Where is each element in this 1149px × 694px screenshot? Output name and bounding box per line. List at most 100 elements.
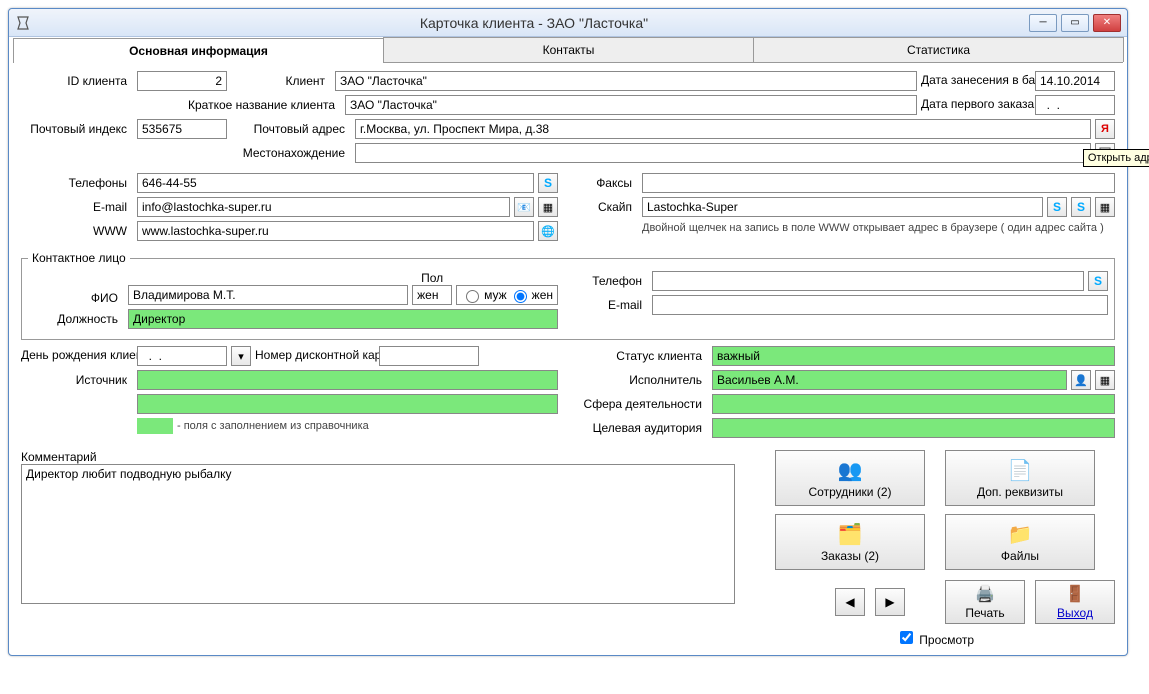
label-zip: Почтовый индекс: [21, 122, 133, 136]
executor-lookup-icon[interactable]: 👤: [1071, 370, 1091, 390]
address-field[interactable]: [355, 119, 1091, 139]
status-field[interactable]: [712, 346, 1115, 366]
exit-button[interactable]: 🚪 Выход: [1035, 580, 1115, 624]
location-field[interactable]: [355, 143, 1091, 163]
date-added-field[interactable]: [1035, 71, 1115, 91]
employees-button[interactable]: 👥 Сотрудники (2): [775, 450, 925, 506]
label-status: Статус клиента: [578, 349, 708, 363]
sphere-field[interactable]: [712, 394, 1115, 414]
exit-label: Выход: [1057, 606, 1093, 620]
yandex-map-button[interactable]: Я: [1095, 119, 1115, 139]
minimize-button[interactable]: ─: [1029, 14, 1057, 32]
gender-male-radio[interactable]: [466, 290, 479, 303]
phones-field[interactable]: [137, 173, 534, 193]
www-field[interactable]: [137, 221, 534, 241]
label-audience: Целевая аудитория: [578, 421, 708, 435]
titlebar: Карточка клиента - ЗАО "Ласточка" ─ ▭ ✕: [9, 9, 1127, 37]
tab-main[interactable]: Основная информация: [13, 38, 384, 63]
prev-button[interactable]: ◀: [835, 588, 865, 616]
skype-action-icon[interactable]: S: [1071, 197, 1091, 217]
email-action-icon[interactable]: 📧: [514, 197, 534, 217]
files-button[interactable]: 📁 Файлы: [945, 514, 1095, 570]
label-id: ID клиента: [21, 74, 133, 88]
fax-field[interactable]: [642, 173, 1115, 193]
employees-icon: 👥: [838, 458, 863, 483]
preview-label: Просмотр: [919, 633, 974, 647]
files-label: Файлы: [1001, 549, 1039, 563]
label-comment: Комментарий: [21, 450, 735, 464]
date-first-field[interactable]: [1035, 95, 1115, 115]
label-position: Должность: [28, 312, 124, 326]
print-button[interactable]: 🖨️ Печать: [945, 580, 1025, 624]
tab-stats[interactable]: Статистика: [753, 37, 1124, 62]
label-www: WWW: [21, 224, 133, 238]
yandex-tooltip: Открыть адрес в яндекс картах: [1083, 149, 1149, 167]
preview-checkbox-wrap[interactable]: Просмотр: [896, 633, 974, 647]
requisites-icon: 📄: [1008, 458, 1033, 483]
maximize-button[interactable]: ▭: [1061, 14, 1089, 32]
fio-field[interactable]: [128, 285, 408, 305]
contact-email-field[interactable]: [652, 295, 1108, 315]
comment-field[interactable]: [21, 464, 735, 604]
discount-field[interactable]: [379, 346, 479, 366]
source-field[interactable]: [137, 370, 558, 390]
audience-field[interactable]: [712, 418, 1115, 438]
gender-field[interactable]: [412, 285, 452, 305]
label-phones: Телефоны: [21, 176, 133, 190]
files-icon: 📁: [1008, 522, 1033, 547]
skype-icon[interactable]: S: [1047, 197, 1067, 217]
orders-label: Заказы (2): [821, 549, 879, 563]
label-addr: Почтовый адрес: [231, 122, 351, 136]
contact-phone-field[interactable]: [652, 271, 1084, 291]
email-field[interactable]: [137, 197, 510, 217]
skype-field[interactable]: [642, 197, 1043, 217]
browser-icon[interactable]: 🌐: [538, 221, 558, 241]
client-card-window: Карточка клиента - ЗАО "Ласточка" ─ ▭ ✕ …: [8, 8, 1128, 656]
preview-checkbox[interactable]: [900, 631, 913, 644]
email-list-icon[interactable]: ▦: [538, 197, 558, 217]
label-bday: День рождения клиента/компании: [21, 349, 133, 362]
requisites-button[interactable]: 📄 Доп. реквизиты: [945, 450, 1095, 506]
label-fax: Факсы: [578, 176, 638, 190]
exit-icon: 🚪: [1065, 584, 1085, 604]
bday-field[interactable]: [137, 346, 227, 366]
label-sphere: Сфера деятельности: [578, 397, 708, 411]
employees-label: Сотрудники (2): [809, 485, 892, 499]
legend-text: - поля с заполнением из справочника: [177, 420, 369, 432]
label-short: Краткое название клиента: [21, 98, 341, 112]
skype-list-icon[interactable]: ▦: [1095, 197, 1115, 217]
orders-icon: 🗂️: [838, 522, 863, 547]
executor-field[interactable]: [712, 370, 1067, 390]
legend-swatch: [137, 418, 173, 434]
zip-field[interactable]: [137, 119, 227, 139]
contact-person-legend: Контактное лицо: [28, 251, 130, 265]
requisites-label: Доп. реквизиты: [977, 485, 1063, 499]
close-button[interactable]: ✕: [1093, 14, 1121, 32]
tab-contacts[interactable]: Контакты: [383, 37, 754, 62]
label-contact-email: E-mail: [578, 298, 648, 312]
executor-list-icon[interactable]: ▦: [1095, 370, 1115, 390]
label-client: Клиент: [231, 74, 331, 88]
skype-call-icon[interactable]: S: [538, 173, 558, 193]
orders-button[interactable]: 🗂️ Заказы (2): [775, 514, 925, 570]
label-skype: Скайп: [578, 200, 638, 214]
bday-calendar-icon[interactable]: ▾: [231, 346, 251, 366]
gender-female-label: жен: [532, 288, 553, 302]
source-field-2[interactable]: [137, 394, 558, 414]
gender-female-radio[interactable]: [514, 290, 527, 303]
www-hint: Двойной щелчек на запись в поле WWW откр…: [578, 221, 1115, 236]
client-field[interactable]: [335, 71, 917, 91]
label-executor: Исполнитель: [578, 373, 708, 387]
printer-icon: 🖨️: [975, 584, 995, 604]
label-gender: Пол: [421, 271, 443, 285]
next-button[interactable]: ▶: [875, 588, 905, 616]
tab-bar: Основная информация Контакты Статистика: [13, 37, 1123, 63]
window-title: Карточка клиента - ЗАО "Ласточка": [39, 15, 1029, 31]
label-source: Источник: [21, 373, 133, 387]
short-name-field[interactable]: [345, 95, 917, 115]
print-label: Печать: [965, 606, 1004, 620]
id-field[interactable]: [137, 71, 227, 91]
label-location: Местонахождение: [21, 146, 351, 160]
position-field[interactable]: [128, 309, 558, 329]
contact-skype-icon[interactable]: S: [1088, 271, 1108, 291]
